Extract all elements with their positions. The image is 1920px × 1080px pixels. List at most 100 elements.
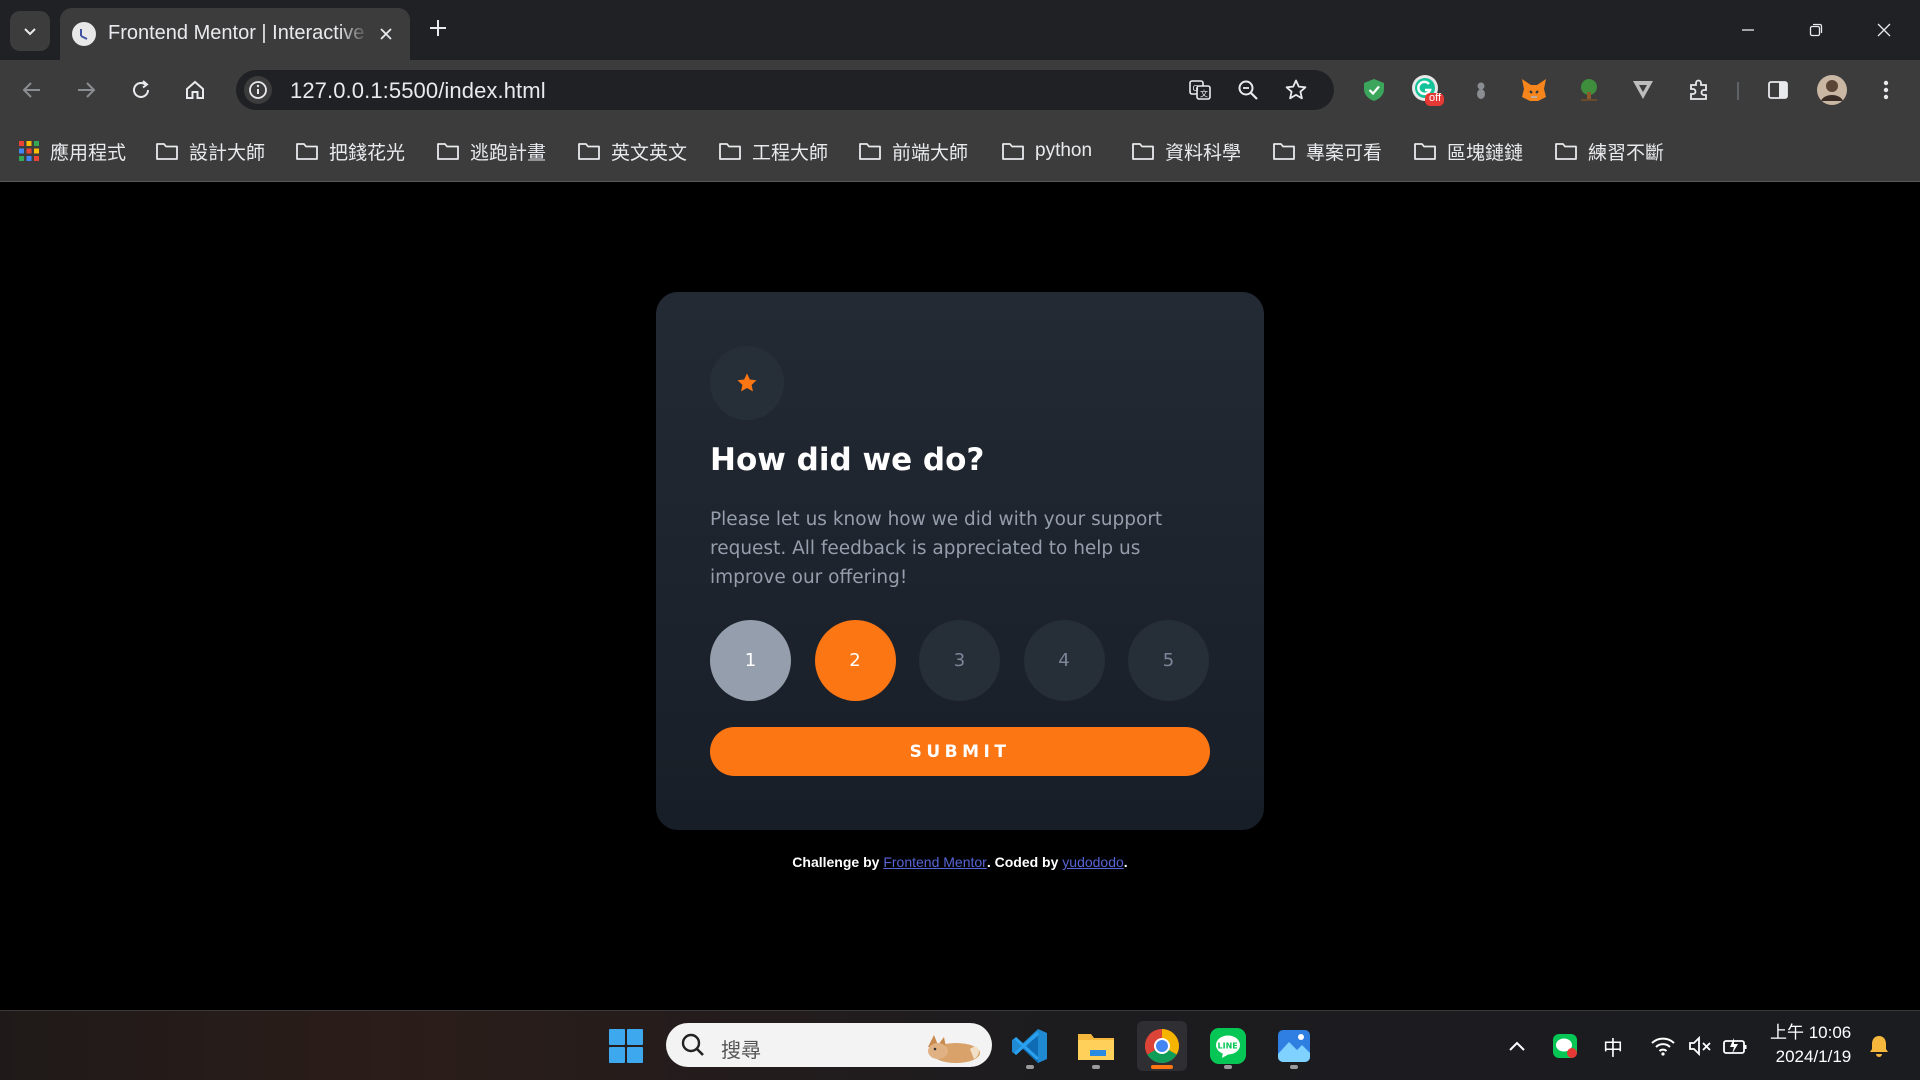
frontend-mentor-link[interactable]: Frontend Mentor (883, 854, 987, 870)
close-tab-icon[interactable] (374, 22, 398, 46)
running-indicator (1092, 1065, 1100, 1069)
attribution-suffix: . (1123, 854, 1128, 870)
metamask-fox-icon[interactable] (1516, 72, 1552, 108)
home-icon (186, 80, 204, 99)
bookmark-item[interactable]: 把錢花光 (295, 136, 405, 166)
close-window-button[interactable] (1862, 10, 1906, 50)
wifi-icon[interactable] (1646, 1029, 1680, 1063)
bookmark-item[interactable]: 工程大師 (718, 136, 828, 166)
show-hidden-icons-button[interactable] (1502, 1029, 1532, 1063)
chevron-down-icon (24, 28, 36, 36)
battery-icon[interactable] (1718, 1029, 1752, 1063)
file-explorer-app-icon[interactable] (1071, 1021, 1121, 1071)
bookmark-label: 設計大師 (189, 142, 266, 164)
grammarly-extension-icon[interactable]: off (1409, 72, 1445, 108)
reload-button[interactable] (121, 70, 161, 110)
extensions-puzzle-icon[interactable] (1681, 72, 1717, 108)
apps-grid-icon (19, 141, 39, 161)
address-bar[interactable]: 127.0.0.1:5500/index.html G文 (236, 70, 1334, 110)
v-extension-icon[interactable] (1625, 72, 1661, 108)
folder-icon (1414, 143, 1436, 160)
new-tab-button[interactable] (423, 13, 453, 43)
bookmark-item[interactable]: 前端大師 (858, 136, 968, 166)
puzzle-extension-icon[interactable] (1463, 72, 1499, 108)
star-icon (737, 373, 757, 392)
folder-icon (578, 143, 600, 160)
bookmark-label: 練習不斷 (1588, 142, 1665, 164)
tab-search-button[interactable] (10, 11, 50, 51)
rating-button-4[interactable]: 4 (1023, 620, 1105, 701)
rating-button-5[interactable]: 5 (1128, 620, 1209, 701)
taskbar-search[interactable]: 搜尋 (666, 1023, 992, 1067)
vscode-app-icon[interactable] (1005, 1021, 1055, 1071)
clock[interactable]: 上午 10:06 2024/1/19 (1770, 1021, 1851, 1069)
zoom-icon[interactable] (1232, 74, 1264, 106)
bookmark-item[interactable]: python (1001, 136, 1092, 166)
bookmark-label: 工程大師 (752, 142, 829, 164)
bookmark-item[interactable]: 英文英文 (577, 136, 687, 166)
bookmark-label: 區塊鏈鏈 (1447, 142, 1524, 164)
bookmark-item[interactable]: 專案可看 (1272, 136, 1382, 166)
profile-avatar[interactable] (1814, 72, 1850, 108)
folder-icon (437, 143, 459, 160)
chevron-up-icon (1509, 1041, 1525, 1051)
bookmark-label: python (1035, 140, 1093, 161)
volume-muted-icon[interactable] (1684, 1029, 1718, 1063)
page-viewport: How did we do? Please let us know how we… (0, 182, 1920, 1010)
line-app-icon[interactable]: LINE (1203, 1021, 1253, 1071)
active-tab[interactable]: Frontend Mentor | Interactive rating com… (60, 8, 410, 60)
chrome-app-icon[interactable] (1137, 1021, 1187, 1071)
bookmark-star-icon[interactable] (1280, 74, 1312, 106)
extension-off-badge: off (1429, 92, 1442, 104)
bookmark-item[interactable]: 逃跑計畫 (436, 136, 546, 166)
rating-button-3[interactable]: 3 (919, 620, 1000, 701)
notification-bell-icon[interactable] (1864, 1029, 1894, 1063)
tree-extension-icon[interactable] (1571, 72, 1607, 108)
shield-extension-icon[interactable] (1356, 72, 1392, 108)
bookmark-label: 專案可看 (1306, 142, 1383, 164)
minimize-button[interactable] (1726, 10, 1770, 50)
rating-button-1[interactable]: 1 (710, 620, 791, 701)
taskbar: 搜尋 LINE 中 上午 10:06 2024/1/19 (0, 1010, 1920, 1080)
site-info-icon[interactable] (244, 76, 272, 104)
bookmark-item[interactable]: 應用程式 (18, 136, 126, 166)
bookmark-label: 逃跑計畫 (470, 142, 547, 164)
toolbar-divider (1737, 82, 1739, 100)
folder-icon (1273, 143, 1295, 160)
bookmark-label: 前端大師 (892, 142, 969, 164)
tab-strip: Frontend Mentor | Interactive rating com… (0, 0, 1920, 60)
ime-indicator[interactable]: 中 (1598, 1029, 1628, 1063)
close-icon (1877, 23, 1891, 37)
search-icon (681, 1033, 704, 1056)
bookmark-item[interactable]: 設計大師 (155, 136, 265, 166)
author-link[interactable]: yudododo (1062, 854, 1124, 870)
minimize-icon (1742, 29, 1754, 31)
folder-icon (156, 143, 178, 160)
plus-icon (430, 20, 446, 36)
bookmark-item[interactable]: 資料科學 (1131, 136, 1241, 166)
side-panel-icon[interactable] (1760, 72, 1796, 108)
submit-button[interactable]: SUBMIT (710, 727, 1210, 776)
forward-button[interactable] (66, 70, 106, 110)
bookmark-item[interactable]: 區塊鏈鏈 (1413, 136, 1523, 166)
rating-button-2[interactable]: 2 (814, 620, 896, 701)
translate-icon[interactable]: G文 (1184, 74, 1216, 106)
bookmark-label: 把錢花光 (329, 142, 406, 164)
running-indicator (1026, 1065, 1034, 1069)
url-text[interactable]: 127.0.0.1:5500/index.html (290, 78, 546, 104)
back-button[interactable] (12, 70, 52, 110)
browser-menu-icon[interactable] (1868, 72, 1904, 108)
running-indicator (1224, 1065, 1232, 1069)
star-badge (710, 346, 784, 420)
home-button[interactable] (175, 70, 215, 110)
clock-time: 上午 10:06 (1770, 1023, 1852, 1042)
folder-icon (296, 143, 318, 160)
restore-button[interactable] (1794, 10, 1838, 50)
bookmark-item[interactable]: 練習不斷 (1554, 136, 1664, 166)
line-tray-icon[interactable] (1548, 1029, 1582, 1063)
reload-icon (133, 80, 149, 98)
photos-app-icon[interactable] (1269, 1021, 1319, 1071)
start-button[interactable] (601, 1021, 651, 1071)
bookmark-label: 應用程式 (50, 142, 127, 164)
fox-highlight-icon (928, 1035, 980, 1063)
